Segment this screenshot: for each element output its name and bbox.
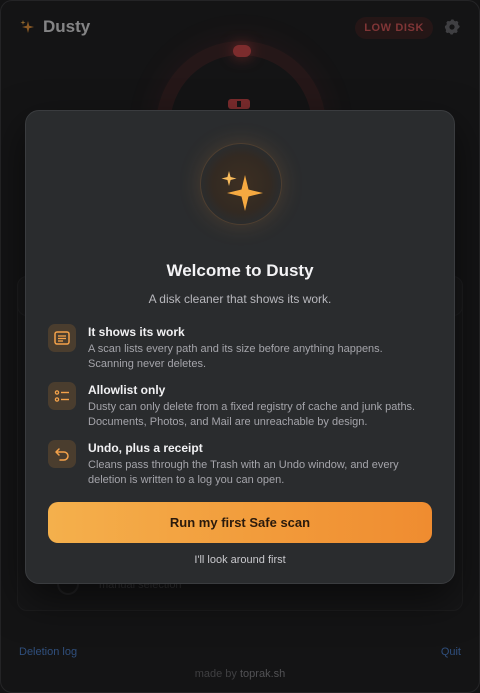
run-safe-scan-button[interactable]: Run my first Safe scan xyxy=(48,502,432,543)
welcome-dialog: Welcome to Dusty A disk cleaner that sho… xyxy=(25,110,455,584)
dialog-subtitle: A disk cleaner that shows its work. xyxy=(148,292,332,306)
feature-description: Cleans pass through the Trash with an Un… xyxy=(88,459,399,486)
feature-title: Undo, plus a receipt xyxy=(88,441,203,455)
dialog-title: Welcome to Dusty xyxy=(166,261,314,280)
feature-description: A scan lists every path and its size bef… xyxy=(88,343,383,370)
sparkle-icon xyxy=(221,171,263,211)
receipt-icon xyxy=(48,324,76,352)
feature-description: Dusty can only delete from a fixed regis… xyxy=(88,401,416,428)
feature-title: It shows its work xyxy=(88,325,185,339)
undo-icon xyxy=(48,440,76,468)
feature-title: Allowlist only xyxy=(88,383,166,397)
checklist-icon xyxy=(48,382,76,410)
look-around-link[interactable]: I'll look around first xyxy=(26,554,454,566)
